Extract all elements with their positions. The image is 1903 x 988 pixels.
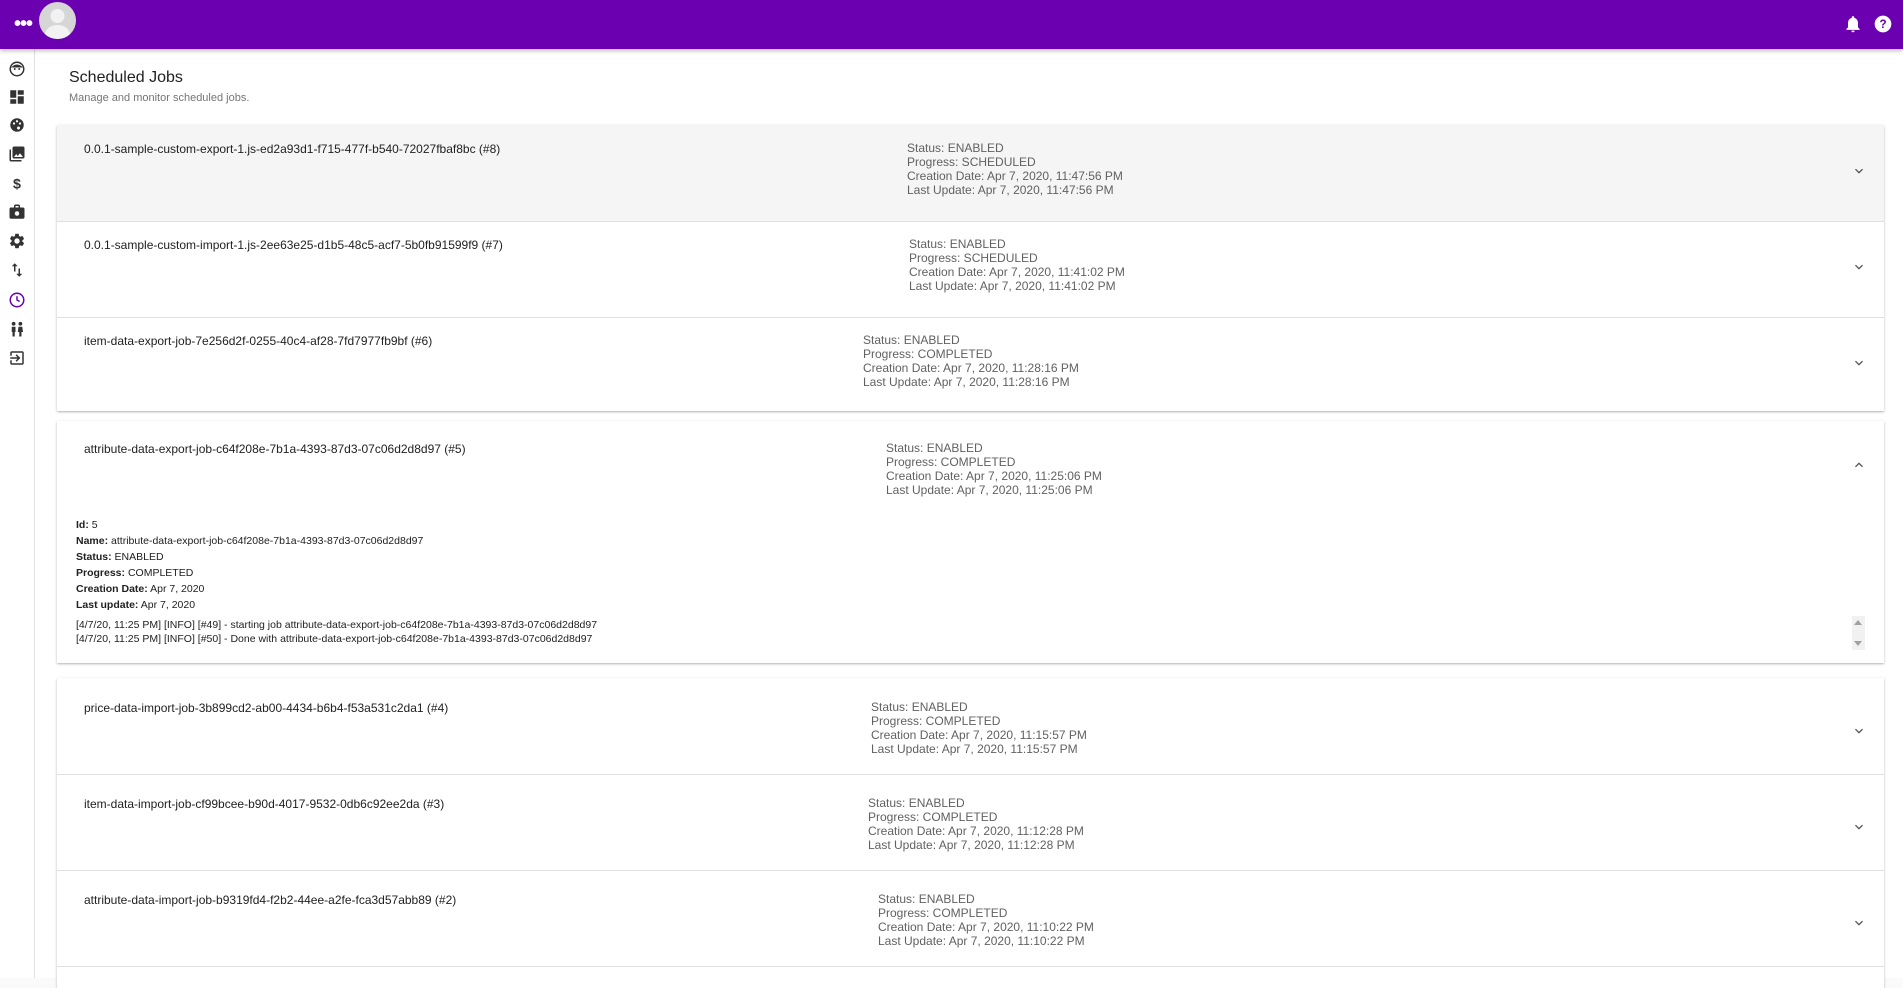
chevron-down-icon[interactable]: [1851, 819, 1867, 835]
job-last-update: Last Update: Apr 7, 2020, 11:47:56 PM: [907, 183, 1114, 197]
detail-status: Status: ENABLED: [76, 551, 164, 563]
detail-name: Name: attribute-data-export-job-c64f208e…: [76, 535, 424, 547]
top-app-bar: ••• ?: [0, 0, 1903, 49]
chevron-down-icon[interactable]: [1851, 355, 1867, 371]
job-status: Status: ENABLED: [878, 892, 975, 906]
job-last-update: Last Update: Apr 7, 2020, 11:41:02 PM: [909, 279, 1116, 293]
log-line: [4/7/20, 11:25 PM] [INFO] [#49] - starti…: [76, 619, 598, 631]
main-content: Scheduled Jobs Manage and monitor schedu…: [35, 49, 1903, 988]
job-creation-date: Creation Date: Apr 7, 2020, 11:47:56 PM: [907, 169, 1123, 183]
palette-icon[interactable]: [7, 115, 27, 135]
dashboard-icon[interactable]: [7, 87, 27, 107]
chevron-up-icon[interactable]: [1851, 457, 1867, 473]
job-progress: Progress: COMPLETED: [868, 810, 998, 824]
job-status: Status: ENABLED: [907, 141, 1004, 155]
detail-last-update: Last update: Apr 7, 2020: [76, 599, 196, 611]
job-last-update: Last Update: Apr 7, 2020, 11:12:28 PM: [868, 838, 1075, 852]
job-name: attribute-data-export-job-c64f208e-7b1a-…: [84, 442, 466, 456]
page-scrollbar[interactable]: [1895, 49, 1903, 978]
job-panel[interactable]: item-data-import-job-cf99bcee-b90d-4017-…: [57, 774, 1884, 871]
job-status: Status: ENABLED: [886, 441, 983, 455]
job-info: Status: ENABLED Progress: COMPLETED Crea…: [871, 700, 1087, 756]
detail-id: Id: 5: [76, 519, 98, 531]
dollar-icon[interactable]: $: [7, 173, 27, 193]
job-panel[interactable]: price-data-import-job-3b899cd2-ab00-4434…: [57, 678, 1884, 775]
chevron-down-icon[interactable]: [1851, 163, 1867, 179]
photo-library-icon[interactable]: [7, 144, 27, 164]
bell-icon[interactable]: [1843, 14, 1863, 34]
job-name: 0.0.1-sample-custom-export-1.js-ed2a93d1…: [84, 142, 501, 156]
job-status: Status: ENABLED: [868, 796, 965, 810]
job-panel[interactable]: 0.0.1-sample-custom-import-1.js-2ee63e25…: [57, 221, 1884, 318]
chevron-down-icon[interactable]: [1851, 723, 1867, 739]
work-icon[interactable]: [7, 202, 27, 222]
job-last-update: Last Update: Apr 7, 2020, 11:15:57 PM: [871, 742, 1078, 756]
job-info: Status: ENABLED Progress: COMPLETED Crea…: [868, 796, 1084, 852]
people-icon[interactable]: [7, 319, 27, 339]
job-progress: Progress: SCHEDULED: [907, 155, 1036, 169]
job-creation-date: Creation Date: Apr 7, 2020, 11:10:22 PM: [878, 920, 1094, 934]
import-export-icon[interactable]: [7, 260, 27, 280]
job-name: attribute-data-import-job-b9319fd4-f2b2-…: [84, 893, 457, 907]
job-name: price-data-import-job-3b899cd2-ab00-4434…: [84, 701, 449, 715]
job-status: Status: ENABLED: [871, 700, 968, 714]
svg-text:?: ?: [1879, 18, 1886, 31]
job-info: Status: ENABLED Progress: COMPLETED Crea…: [863, 333, 1079, 389]
scroll-down-icon[interactable]: [1854, 641, 1862, 646]
log-scrollbar[interactable]: [1852, 616, 1865, 650]
job-creation-date: Creation Date: Apr 7, 2020, 11:28:16 PM: [863, 361, 1079, 375]
job-name: item-data-import-job-cf99bcee-b90d-4017-…: [84, 797, 445, 811]
page-subtitle: Manage and monitor scheduled jobs.: [69, 92, 250, 104]
jobs-group: 0.0.1-sample-custom-export-1.js-ed2a93d1…: [57, 125, 1884, 411]
gear-icon[interactable]: [7, 231, 27, 251]
job-progress: Progress: COMPLETED: [871, 714, 1001, 728]
job-last-update: Last Update: Apr 7, 2020, 11:10:22 PM: [878, 934, 1085, 948]
job-name: 0.0.1-sample-custom-import-1.js-2ee63e25…: [84, 238, 503, 252]
job-panel[interactable]: item-data-export-job-7e256d2f-0255-40c4-…: [57, 317, 1884, 413]
job-panel-header[interactable]: attribute-data-export-job-c64f208e-7b1a-…: [57, 421, 1884, 517]
job-panel[interactable]: attribute-data-import-job-b9319fd4-f2b2-…: [57, 870, 1884, 967]
detail-progress: Progress: COMPLETED: [76, 567, 194, 579]
chevron-down-icon[interactable]: [1851, 915, 1867, 931]
job-info: Status: ENABLED Progress: SCHEDULED Crea…: [909, 237, 1125, 293]
job-progress: Progress: COMPLETED: [886, 455, 1016, 469]
job-status: Status: ENABLED: [863, 333, 960, 347]
job-last-update: Last Update: Apr 7, 2020, 11:28:16 PM: [863, 375, 1070, 389]
user-avatar-icon[interactable]: [39, 2, 76, 39]
job-panel[interactable]: 0.0.1-sample-custom-export-1.js-ed2a93d1…: [57, 125, 1884, 222]
job-status: Status: ENABLED: [909, 237, 1006, 251]
job-creation-date: Creation Date: Apr 7, 2020, 11:25:06 PM: [886, 469, 1102, 483]
job-creation-date: Creation Date: Apr 7, 2020, 11:15:57 PM: [871, 728, 1087, 742]
job-info: Status: ENABLED Progress: COMPLETED Crea…: [886, 441, 1102, 497]
job-progress: Progress: SCHEDULED: [909, 251, 1038, 265]
job-creation-date: Creation Date: Apr 7, 2020, 11:12:28 PM: [868, 824, 1084, 838]
detail-creation-date: Creation Date: Apr 7, 2020: [76, 583, 205, 595]
job-progress: Progress: COMPLETED: [863, 347, 993, 361]
logout-icon[interactable]: [7, 348, 27, 368]
log-line: [4/7/20, 11:25 PM] [INFO] [#50] - Done w…: [76, 633, 593, 645]
job-log: [4/7/20, 11:25 PM] [INFO] [#49] - starti…: [76, 618, 597, 646]
job-details: Id: 5 Name: attribute-data-export-job-c6…: [76, 517, 423, 613]
scroll-up-icon[interactable]: [1854, 620, 1862, 625]
page-title: Scheduled Jobs: [69, 69, 183, 86]
job-last-update: Last Update: Apr 7, 2020, 11:25:06 PM: [886, 483, 1093, 497]
help-circle-icon[interactable]: ?: [1873, 14, 1893, 34]
job-info: Status: ENABLED Progress: SCHEDULED Crea…: [907, 141, 1123, 197]
jobs-group: price-data-import-job-3b899cd2-ab00-4434…: [57, 678, 1884, 988]
job-info: Status: ENABLED Progress: COMPLETED Crea…: [878, 892, 1094, 948]
chevron-down-icon[interactable]: [1851, 259, 1867, 275]
job-creation-date: Creation Date: Apr 7, 2020, 11:41:02 PM: [909, 265, 1125, 279]
face-icon[interactable]: [7, 59, 27, 79]
job-panel-expanded: attribute-data-export-job-c64f208e-7b1a-…: [57, 421, 1884, 663]
svg-text:$: $: [13, 176, 21, 192]
sidebar-nav: $: [0, 49, 35, 978]
job-progress: Progress: COMPLETED: [878, 906, 1008, 920]
more-horizontal-icon[interactable]: •••: [10, 12, 36, 36]
job-name: item-data-export-job-7e256d2f-0255-40c4-…: [84, 334, 433, 348]
clock-icon[interactable]: [7, 290, 27, 310]
